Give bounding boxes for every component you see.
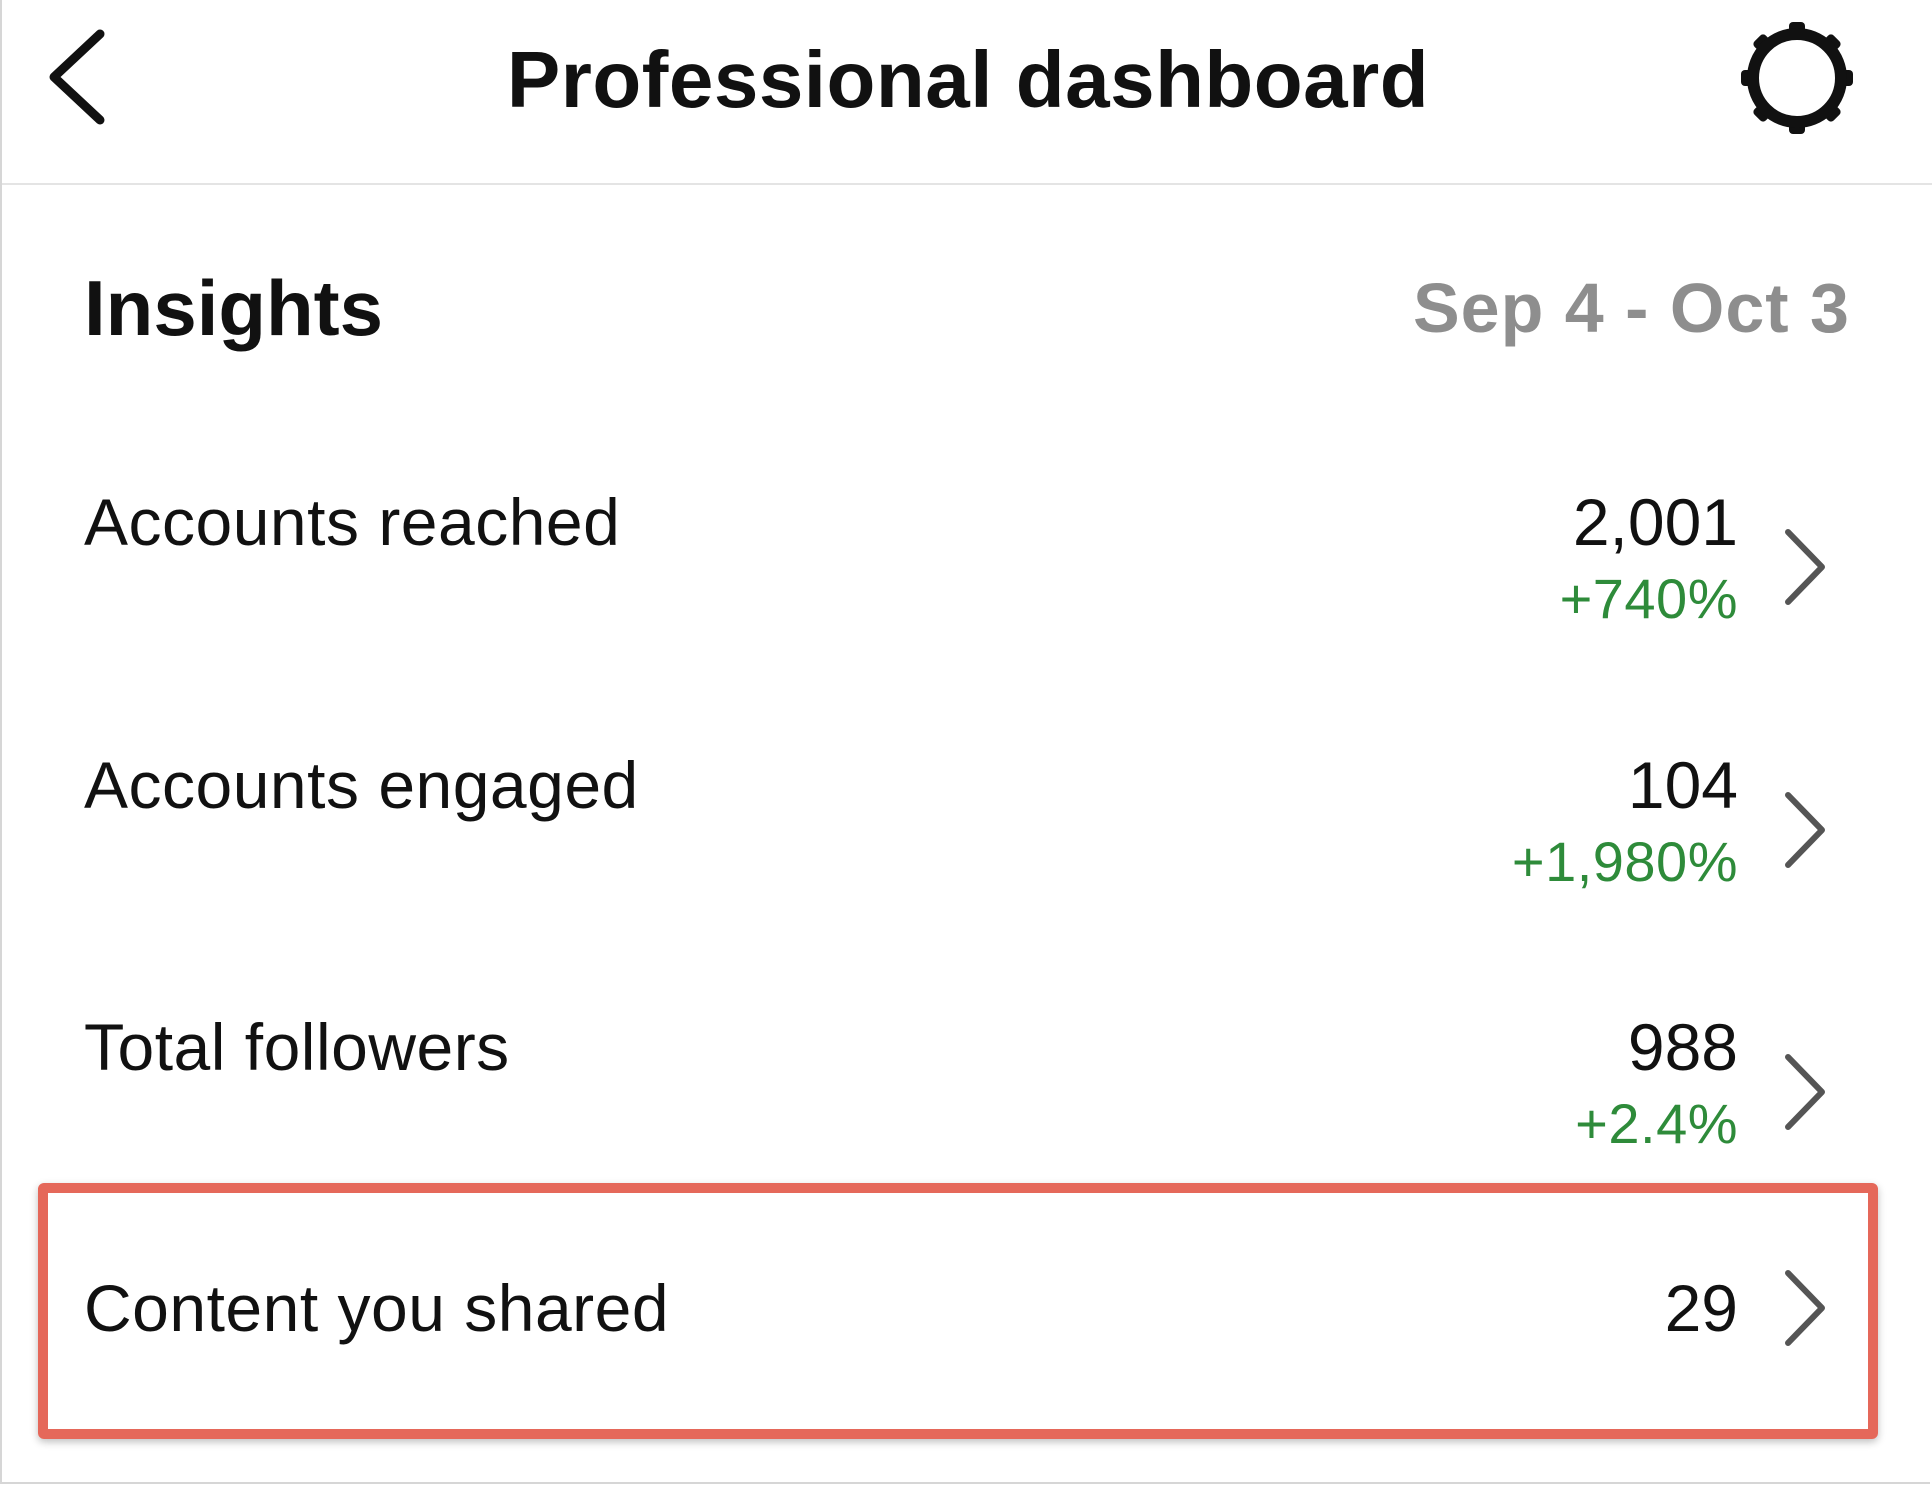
metric-change: +1,980% [1511,830,1738,893]
metric-label: Total followers [84,1010,510,1084]
metric-label: Content you shared [84,1271,670,1345]
chevron-right-icon [1785,792,1825,868]
chevron-right-icon [1785,529,1825,605]
chevron-right-icon [1785,1270,1825,1346]
metric-row-accounts-reached[interactable]: Accounts reached 2,001 +740% [52,467,1872,717]
metric-row-total-followers[interactable]: Total followers 988 +2.4% [52,992,1872,1242]
settings-button[interactable] [1737,18,1857,138]
chevron-right-icon [1785,1054,1825,1130]
date-range[interactable]: Sep 4 - Oct 3 [1413,258,1850,358]
header-bar: Professional dashboard [2,0,1932,185]
metric-value: 29 [1664,1271,1738,1345]
insights-heading: Insights [84,264,384,352]
gear-icon [1741,22,1853,134]
metric-change: +740% [1559,567,1738,630]
page-title: Professional dashboard [506,35,1430,124]
dashboard-panel: Professional dashboard Insights Sep 4 - … [0,0,1932,1484]
metric-change: +2.4% [1575,1092,1738,1155]
metric-label: Accounts reached [84,485,621,559]
metric-row-accounts-engaged[interactable]: Accounts engaged 104 +1,980% [52,730,1872,980]
metric-row-content-you-shared[interactable]: Content you shared 29 [52,1253,1872,1363]
metric-label: Accounts engaged [84,748,639,822]
